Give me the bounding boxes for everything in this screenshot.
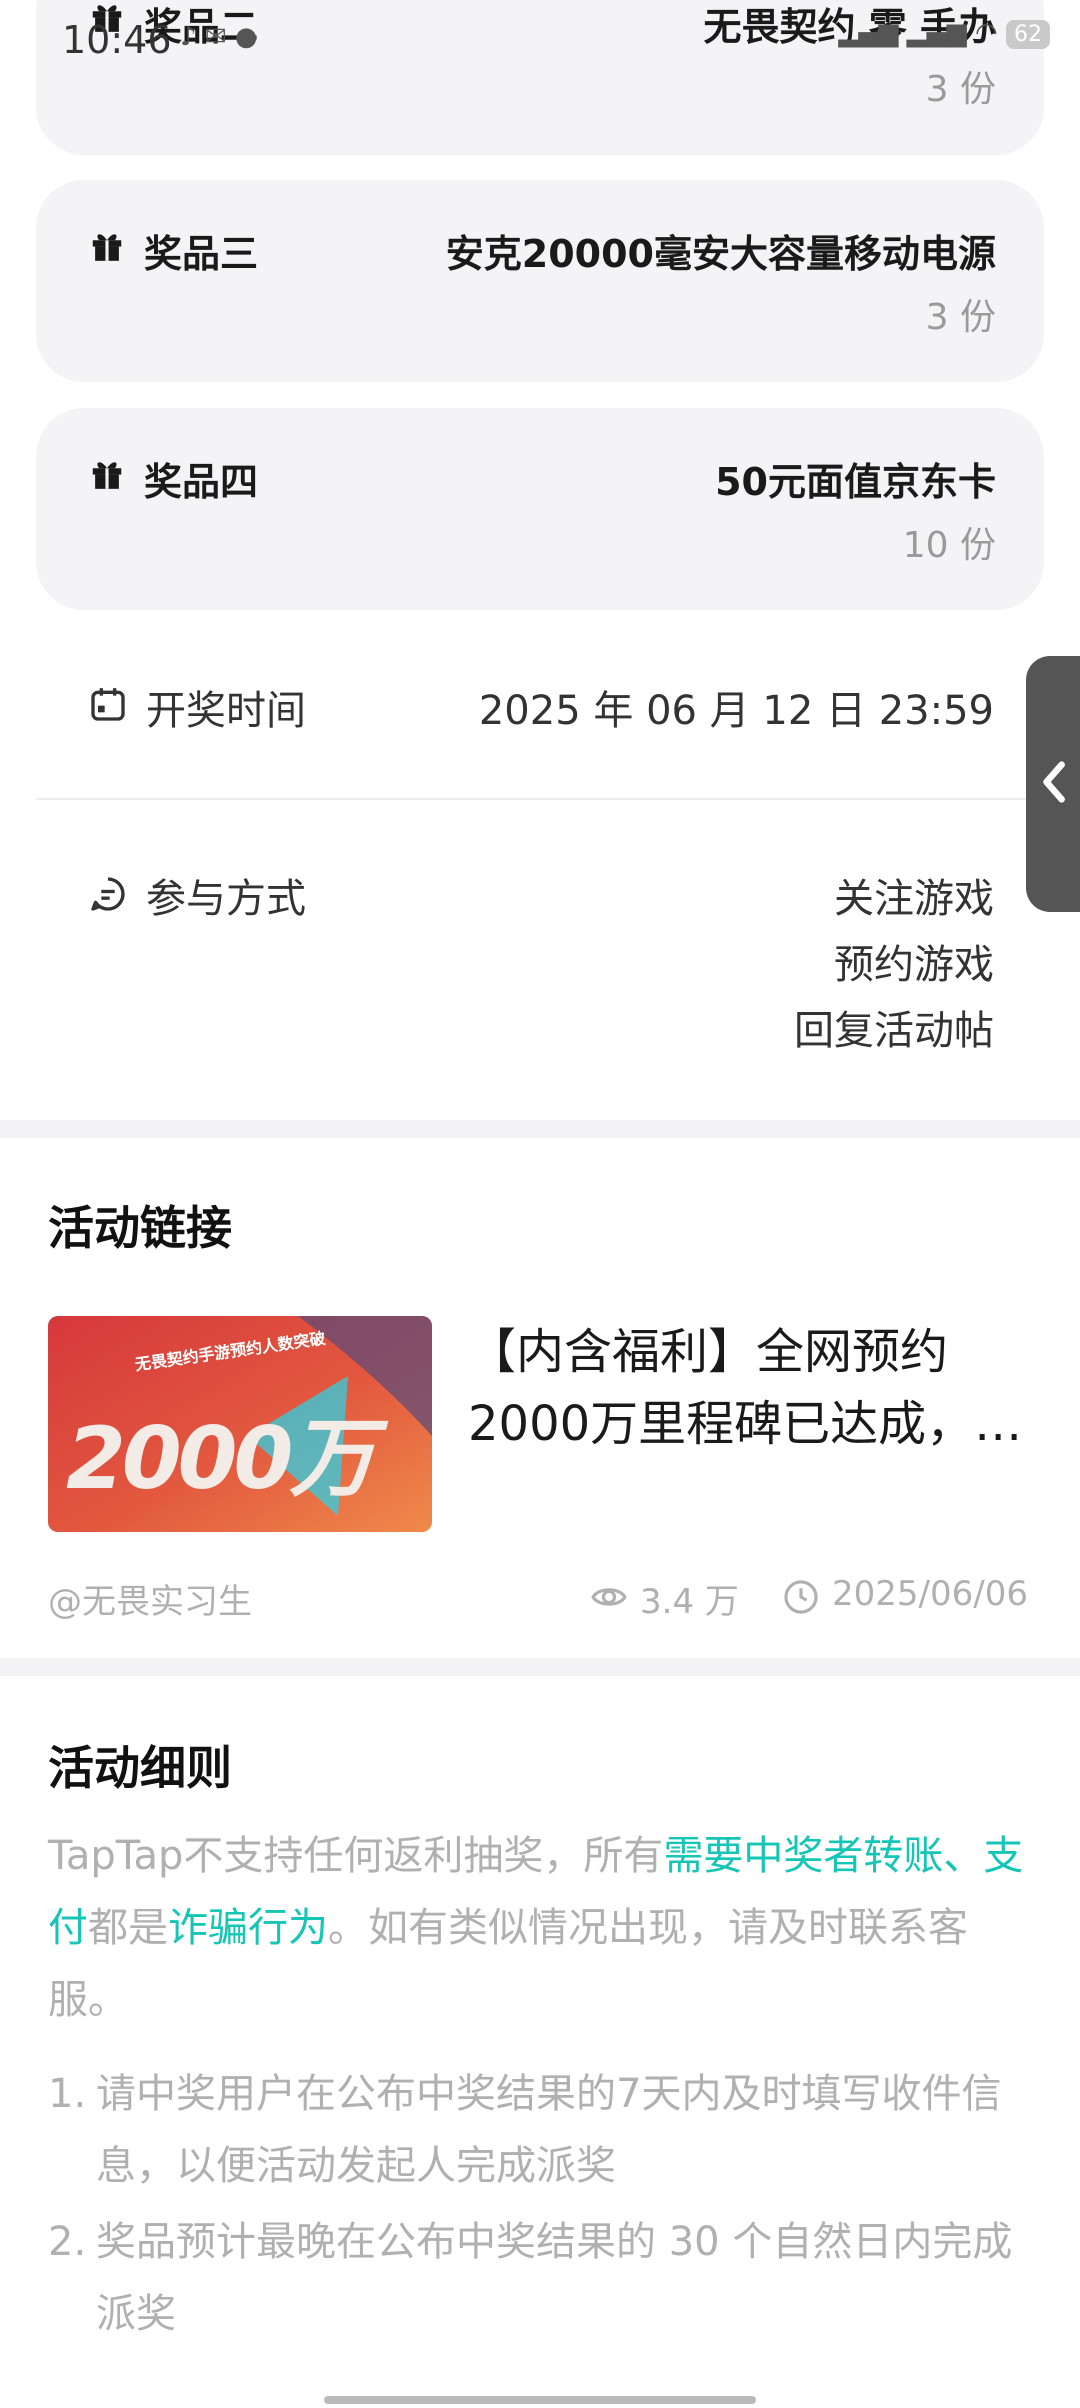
calendar-icon <box>91 688 125 721</box>
rules-intro: TapTap不支持任何返利抽奖，所有需要中奖者转账、支付都是诈骗行为。如有类似情… <box>48 1833 1024 2023</box>
activity-link-title: 活动链接 <box>48 1201 232 1255</box>
signal-icon: ▂▄▆ ▂▄▆ ◠ <box>838 18 1006 48</box>
status-bar: 10:46 ♪ ✉ ● ▂▄▆ ▂▄▆ ◠ 62 <box>0 0 1080 90</box>
prize-card: 奖品三 安克20000毫安大容量移动电源 3 份 <box>36 180 1044 382</box>
thumbnail-big-text: 2000万 <box>66 1409 375 1509</box>
draw-time-value: 2025 年 06 月 12 日 23:59 <box>478 688 994 734</box>
prize-label: 奖品四 <box>144 460 259 504</box>
rule-text: 奖品预计最晚在公布中奖结果的 30 个自然日内完成派奖 <box>96 2219 1013 2337</box>
rule-number: 1. <box>48 2071 87 2117</box>
prize-quantity: 3 份 <box>925 297 996 338</box>
participation-label: 参与方式 <box>146 876 306 922</box>
prize-label: 奖品三 <box>144 232 259 276</box>
status-time: 10:46 <box>62 18 172 62</box>
section-separator <box>0 1658 1080 1676</box>
battery-icon: 62 <box>1006 20 1050 49</box>
section-separator <box>0 1120 1080 1138</box>
rule-item: 1. 请中奖用户在公布中奖结果的7天内及时填写收件信息，以便活动发起人完成派奖 <box>48 2058 1038 2202</box>
participation-method: 关注游戏 <box>834 876 994 922</box>
prize-card: 奖品四 50元面值京东卡 10 份 <box>36 408 1044 610</box>
gift-icon <box>92 234 122 261</box>
post-views: 3.4 万 <box>640 1582 739 1622</box>
post-author[interactable]: @无畏实习生 <box>48 1574 252 1623</box>
participation-method: 回复活动帖 <box>794 1008 994 1054</box>
home-indicator[interactable] <box>324 2396 756 2404</box>
prize-name: 50元面值京东卡 <box>715 460 996 504</box>
prize-quantity: 10 份 <box>902 525 996 566</box>
divider <box>36 798 1044 800</box>
post-thumbnail[interactable]: 无畏契约手游预约人数突破 2000万 <box>48 1316 432 1532</box>
comment-icon <box>91 877 125 911</box>
clock-icon <box>784 1580 818 1614</box>
draw-time-label: 开奖时间 <box>146 688 306 734</box>
side-drawer-tab[interactable] <box>1026 656 1080 912</box>
participation-method: 预约游戏 <box>834 942 994 988</box>
status-app-icons: ♪ ✉ ● <box>180 22 258 52</box>
chevron-left-icon <box>1043 761 1065 803</box>
rule-item: 2. 奖品预计最晚在公布中奖结果的 30 个自然日内完成派奖 <box>48 2206 1038 2350</box>
status-right-icons: ▂▄▆ ▂▄▆ ◠ 62 <box>839 18 1050 58</box>
prize-name: 安克20000毫安大容量移动电源 <box>445 232 996 276</box>
rules-title: 活动细则 <box>48 1741 232 1795</box>
post-date: 2025/06/06 <box>832 1574 1028 1614</box>
post-title[interactable]: 【内含福利】全网预约2000万里程碑已达成，… <box>468 1316 1028 1460</box>
rule-number: 2. <box>48 2219 87 2265</box>
gift-icon <box>92 462 122 489</box>
rules-highlight: 诈骗行为 <box>168 1905 328 1951</box>
rule-text: 请中奖用户在公布中奖结果的7天内及时填写收件信息，以便活动发起人完成派奖 <box>96 2071 1002 2189</box>
eye-icon <box>591 1588 627 1606</box>
